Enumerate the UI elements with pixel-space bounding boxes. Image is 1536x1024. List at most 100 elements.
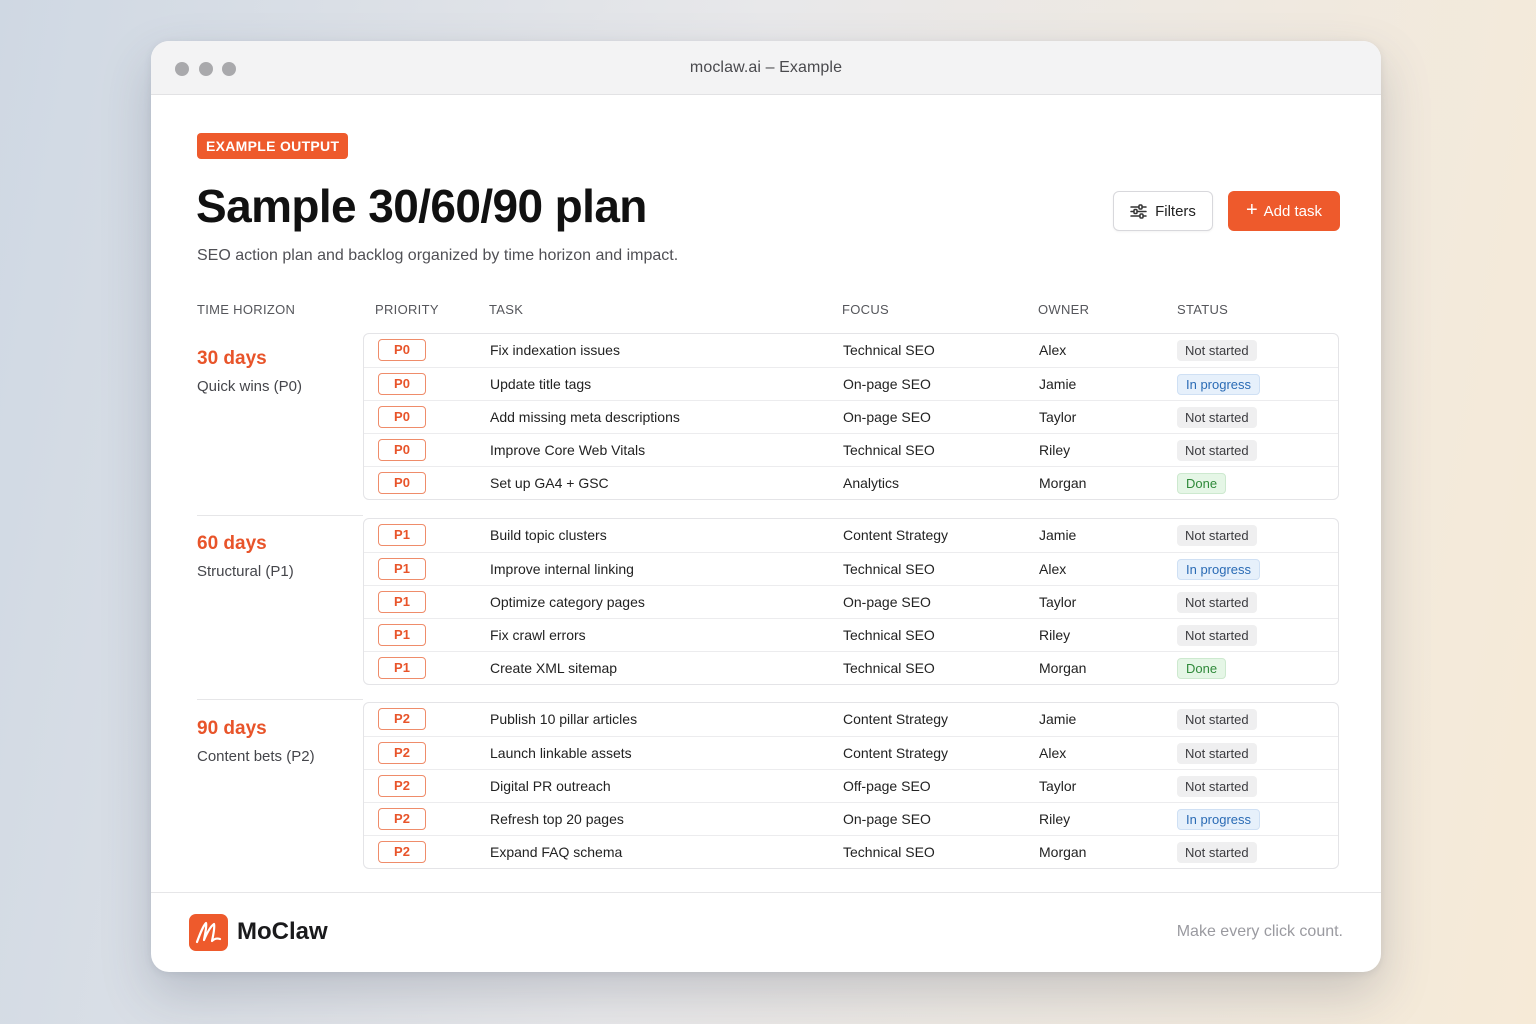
owner-cell: Alex xyxy=(1039,342,1067,358)
focus-cell: On-page SEO xyxy=(843,811,931,827)
time-horizon-days: 30 days xyxy=(197,348,267,369)
sliders-icon xyxy=(1130,203,1147,219)
task-group: P0 Fix indexation issues Technical SEO Alex… xyxy=(363,333,1339,500)
priority-badge: P1 xyxy=(378,558,426,580)
status-badge[interactable]: Not started xyxy=(1177,743,1257,764)
plus-icon: + xyxy=(1245,199,1258,221)
time-horizon-subtitle: Structural (P1) xyxy=(197,563,294,580)
task-cell: Fix crawl errors xyxy=(490,627,586,643)
table-row[interactable]: P0 Set up GA4 + GSC Analytics Morgan Done xyxy=(364,466,1338,499)
time-horizon-label: 30 days Quick wins (P0) xyxy=(197,348,302,395)
table-row[interactable]: P0 Fix indexation issues Technical SEO Alex… xyxy=(364,334,1338,367)
owner-cell: Alex xyxy=(1039,561,1067,577)
owner-cell: Morgan xyxy=(1039,475,1087,491)
task-cell: Publish 10 pillar articles xyxy=(490,711,638,727)
focus-cell: Off-page SEO xyxy=(843,778,931,794)
focus-cell: Analytics xyxy=(843,475,900,491)
priority-badge: P0 xyxy=(378,472,426,494)
task-cell: Improve internal linking xyxy=(490,561,634,577)
table-row[interactable]: P0 Add missing meta descriptions On-page S… xyxy=(364,400,1338,433)
owner-cell: Taylor xyxy=(1039,409,1077,425)
owner-cell: Morgan xyxy=(1039,844,1087,860)
window-title: moclaw.ai – Example xyxy=(689,59,843,76)
page-subtitle: SEO action plan and backlog organized by… xyxy=(197,247,679,264)
status-badge[interactable]: In progress xyxy=(1177,809,1261,830)
column-header-priority[interactable]: PRIORITY xyxy=(375,302,439,317)
column-header-time-horizon[interactable]: TIME HORIZON xyxy=(197,302,295,317)
table-row[interactable]: P2 Publish 10 pillar articles Content Stra… xyxy=(364,703,1338,736)
focus-cell: Technical SEO xyxy=(843,442,935,458)
table-row[interactable]: P1 Create XML sitemap Technical SEO Morgan D… xyxy=(364,651,1338,684)
column-header-owner[interactable]: OWNER xyxy=(1038,302,1089,317)
priority-badge: P1 xyxy=(378,524,426,546)
footer-divider xyxy=(151,892,1381,893)
example-output-badge: EXAMPLE OUTPUT xyxy=(197,133,349,159)
time-horizon-subtitle: Content bets (P2) xyxy=(197,748,315,765)
priority-badge: P0 xyxy=(378,439,426,461)
add-task-label: Add task xyxy=(1263,202,1323,220)
priority-badge: P1 xyxy=(378,624,426,646)
brand-name: MoClaw xyxy=(237,918,328,945)
status-badge[interactable]: Not started xyxy=(1177,709,1257,730)
owner-cell: Taylor xyxy=(1039,594,1077,610)
table-row[interactable]: P0 Update title tags On-page SEO Jamie In pr… xyxy=(364,367,1338,400)
status-badge[interactable]: Not started xyxy=(1177,776,1257,797)
task-cell: Build topic clusters xyxy=(490,527,607,543)
status-badge[interactable]: Done xyxy=(1177,658,1227,679)
status-badge[interactable]: In progress xyxy=(1177,559,1261,580)
task-cell: Digital PR outreach xyxy=(490,778,611,794)
task-group: P1 Build topic clusters Content Strategy Ja… xyxy=(363,518,1339,685)
task-cell: Expand FAQ schema xyxy=(490,844,623,860)
column-header-focus[interactable]: FOCUS xyxy=(842,302,889,317)
owner-cell: Taylor xyxy=(1039,778,1077,794)
owner-cell: Alex xyxy=(1039,745,1067,761)
owner-cell: Riley xyxy=(1039,442,1071,458)
task-cell: Fix indexation issues xyxy=(490,342,620,358)
filters-button[interactable]: Filters xyxy=(1113,191,1213,231)
add-task-button[interactable]: + Add task xyxy=(1228,191,1340,231)
priority-badge: P2 xyxy=(378,841,426,863)
owner-cell: Riley xyxy=(1039,627,1071,643)
group-divider xyxy=(197,699,363,700)
owner-cell: Jamie xyxy=(1039,376,1077,392)
table-row[interactable]: P1 Improve internal linking Technical SEO A… xyxy=(364,552,1338,585)
table-row[interactable]: P2 Expand FAQ schema Technical SEO Morgan No… xyxy=(364,835,1338,868)
status-badge[interactable]: Done xyxy=(1177,473,1227,494)
table-row[interactable]: P2 Refresh top 20 pages On-page SEO Riley In… xyxy=(364,802,1338,835)
title-bar: moclaw.ai – Example xyxy=(151,41,1381,95)
status-badge[interactable]: Not started xyxy=(1177,440,1257,461)
time-horizon-label: 60 days Structural (P1) xyxy=(197,533,294,580)
table-row[interactable]: P0 Improve Core Web Vitals Technical SEO Ri… xyxy=(364,433,1338,466)
table-row[interactable]: P1 Fix crawl errors Technical SEO Riley Not … xyxy=(364,618,1338,651)
time-horizon-subtitle: Quick wins (P0) xyxy=(197,378,303,395)
table-row[interactable]: P1 Optimize category pages On-page SEO Tayl… xyxy=(364,585,1338,618)
status-badge[interactable]: In progress xyxy=(1177,374,1261,395)
focus-cell: Content Strategy xyxy=(843,527,949,543)
table-row[interactable]: P2 Launch linkable assets Content Strategy… xyxy=(364,736,1338,769)
task-cell: Set up GA4 + GSC xyxy=(490,475,609,491)
priority-badge: P0 xyxy=(378,373,426,395)
status-badge[interactable]: Not started xyxy=(1177,407,1257,428)
focus-cell: Content Strategy xyxy=(843,711,949,727)
focus-cell: On-page SEO xyxy=(843,409,931,425)
time-horizon-days: 90 days xyxy=(197,718,267,739)
priority-badge: P2 xyxy=(378,742,426,764)
focus-cell: Technical SEO xyxy=(843,561,935,577)
column-header-status[interactable]: STATUS xyxy=(1177,302,1228,317)
status-badge[interactable]: Not started xyxy=(1177,592,1257,613)
moclaw-logo-icon xyxy=(189,914,228,951)
focus-cell: Content Strategy xyxy=(843,745,949,761)
task-cell: Update title tags xyxy=(490,376,592,392)
column-header-task[interactable]: TASK xyxy=(489,302,523,317)
status-badge[interactable]: Not started xyxy=(1177,525,1257,546)
task-cell: Launch linkable assets xyxy=(490,745,632,761)
status-badge[interactable]: Not started xyxy=(1177,340,1257,361)
table-row[interactable]: P2 Digital PR outreach Off-page SEO Taylor N… xyxy=(364,769,1338,802)
focus-cell: On-page SEO xyxy=(843,376,931,392)
focus-cell: Technical SEO xyxy=(843,342,935,358)
group-divider xyxy=(197,515,363,516)
status-badge[interactable]: Not started xyxy=(1177,842,1257,863)
status-badge[interactable]: Not started xyxy=(1177,625,1257,646)
table-row[interactable]: P1 Build topic clusters Content Strategy Ja… xyxy=(364,519,1338,552)
focus-cell: On-page SEO xyxy=(843,594,931,610)
